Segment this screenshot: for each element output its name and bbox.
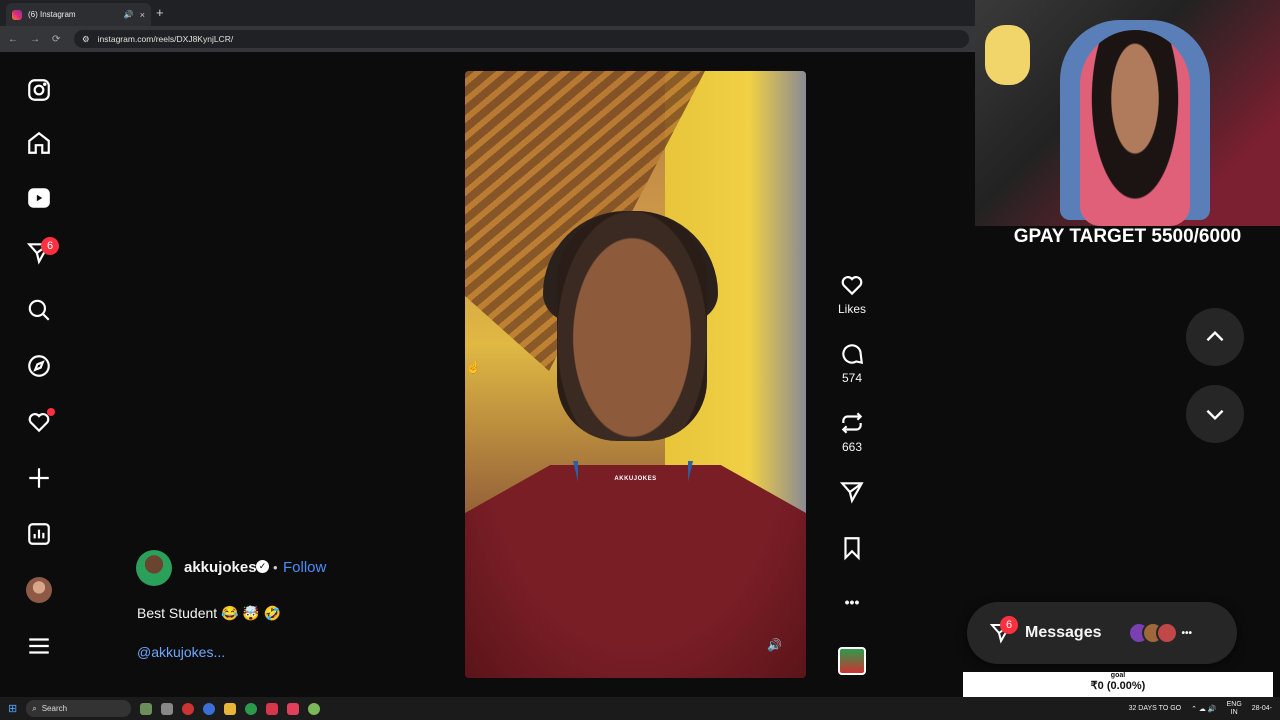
- profile-avatar[interactable]: [26, 577, 52, 603]
- app-icon-active[interactable]: [308, 702, 321, 715]
- forward-icon[interactable]: →: [30, 34, 40, 45]
- reel-video[interactable]: AKKUJOKES 🔊: [465, 71, 806, 678]
- author-username[interactable]: akkujokes: [184, 559, 257, 576]
- caption-separator: •: [273, 560, 278, 575]
- webcam-plush-toy: [985, 25, 1030, 85]
- tab-instagram[interactable]: (6) Instagram 🔊 ×: [6, 3, 151, 26]
- next-reel-button[interactable]: [1186, 385, 1244, 443]
- reload-icon[interactable]: ⟳: [52, 34, 60, 45]
- explore-icon[interactable]: [24, 351, 54, 381]
- goal-value: ₹0 (0.00%): [1090, 680, 1146, 692]
- caption-mention[interactable]: @akkujokes...: [137, 644, 225, 660]
- save-button[interactable]: [830, 535, 874, 565]
- site-info-icon[interactable]: ⚙: [82, 34, 90, 45]
- comment-icon: [842, 344, 864, 365]
- messages-more-icon: •••: [1181, 627, 1193, 639]
- browser-tabstrip: (6) Instagram 🔊 × +: [0, 0, 975, 26]
- repost-icon: [841, 412, 863, 434]
- share-button[interactable]: [830, 479, 874, 509]
- share-icon: [839, 482, 864, 504]
- url-text: instagram.com/reels/DXJ8KynjLCR/: [97, 34, 234, 44]
- reposts-count: 663: [841, 440, 863, 454]
- new-tab-button[interactable]: +: [156, 5, 164, 20]
- chevron-up-icon: [1206, 330, 1224, 342]
- taskbar-search-label: Search: [41, 704, 68, 713]
- weather-text: 32 DAYS TO GO: [1128, 705, 1182, 712]
- windows-taskbar: ⊞ ⌕ Search 32 DAYS TO GO ⌃ ☁ 🔊 ENG IN 28…: [0, 697, 1280, 720]
- more-menu-icon[interactable]: [24, 631, 54, 661]
- repost-button[interactable]: 663: [830, 410, 874, 454]
- system-tray: 32 DAYS TO GO ⌃ ☁ 🔊 ENG IN 28-04-: [1129, 697, 1280, 720]
- caption-text: Best Student 😂 🤯 🤣: [137, 605, 282, 621]
- tab-audio-icon[interactable]: 🔊: [124, 10, 134, 19]
- create-plus-icon[interactable]: [24, 463, 54, 493]
- task-view-icon[interactable]: [161, 702, 174, 715]
- search-icon: ⌕: [32, 703, 37, 713]
- previous-reel-button[interactable]: [1186, 308, 1244, 366]
- author-avatar[interactable]: [136, 550, 172, 586]
- address-bar[interactable]: ⚙ instagram.com/reels/DXJ8KynjLCR/: [74, 30, 969, 48]
- notification-dot: [47, 408, 55, 416]
- messages-badge: 6: [41, 237, 59, 255]
- verified-badge-icon: ✓: [256, 560, 269, 573]
- browser-icon[interactable]: [245, 702, 258, 715]
- instagram-favicon-icon: [12, 9, 22, 20]
- volume-icon[interactable]: 🔊: [767, 638, 782, 652]
- taskbar-search[interactable]: ⌕ Search: [26, 700, 132, 717]
- chrome-icon[interactable]: [182, 702, 195, 715]
- webcam-overlay: [975, 0, 1280, 226]
- follow-button[interactable]: Follow: [283, 559, 326, 576]
- edge-icon[interactable]: [203, 702, 216, 715]
- taskbar-app-icon[interactable]: [140, 702, 153, 715]
- likes-label: Likes: [837, 302, 866, 316]
- windows-start-icon[interactable]: ⊞: [8, 702, 17, 715]
- tray-icons[interactable]: ⌃ ☁ 🔊: [1191, 705, 1216, 713]
- reels-icon[interactable]: [24, 183, 54, 213]
- file-explorer-icon[interactable]: [224, 702, 237, 715]
- adobe-icon[interactable]: [266, 702, 279, 715]
- back-icon[interactable]: ←: [8, 34, 18, 45]
- message-avatar: [1155, 622, 1178, 644]
- tab-title: (6) Instagram: [28, 10, 76, 19]
- messages-pill-badge: 6: [1000, 616, 1018, 634]
- heart-icon: [841, 276, 863, 296]
- home-icon[interactable]: [24, 128, 54, 158]
- dashboard-icon[interactable]: [24, 519, 54, 549]
- mouse-cursor-icon: ☝: [466, 360, 481, 374]
- video-person-face: [557, 211, 707, 441]
- language-indicator[interactable]: ENG IN: [1227, 701, 1242, 717]
- goal-label: goal: [1110, 672, 1126, 679]
- app-icon[interactable]: [287, 702, 300, 715]
- bookmark-icon: [844, 537, 860, 561]
- comments-count: 574: [841, 371, 863, 385]
- audio-thumbnail[interactable]: [838, 647, 866, 675]
- date-text: 28-04-: [1251, 705, 1272, 712]
- browser-toolbar: ← → ⟳ ⚙ instagram.com/reels/DXJ8KynjLCR/: [0, 26, 975, 52]
- comment-button[interactable]: 574: [830, 341, 874, 385]
- messages-label: Messages: [1025, 624, 1102, 641]
- tab-close-icon[interactable]: ×: [140, 10, 145, 20]
- instagram-logo-icon[interactable]: [24, 75, 54, 105]
- search-icon[interactable]: [24, 295, 54, 325]
- chevron-down-icon: [1206, 409, 1224, 421]
- more-options-button[interactable]: •••: [830, 594, 874, 610]
- webcam-streamer: [1080, 30, 1190, 226]
- gpay-target-text: GPAY TARGET 5500/6000: [1013, 226, 1242, 247]
- like-button[interactable]: Likes: [830, 272, 874, 316]
- video-watermark: AKKUJOKES: [614, 476, 657, 482]
